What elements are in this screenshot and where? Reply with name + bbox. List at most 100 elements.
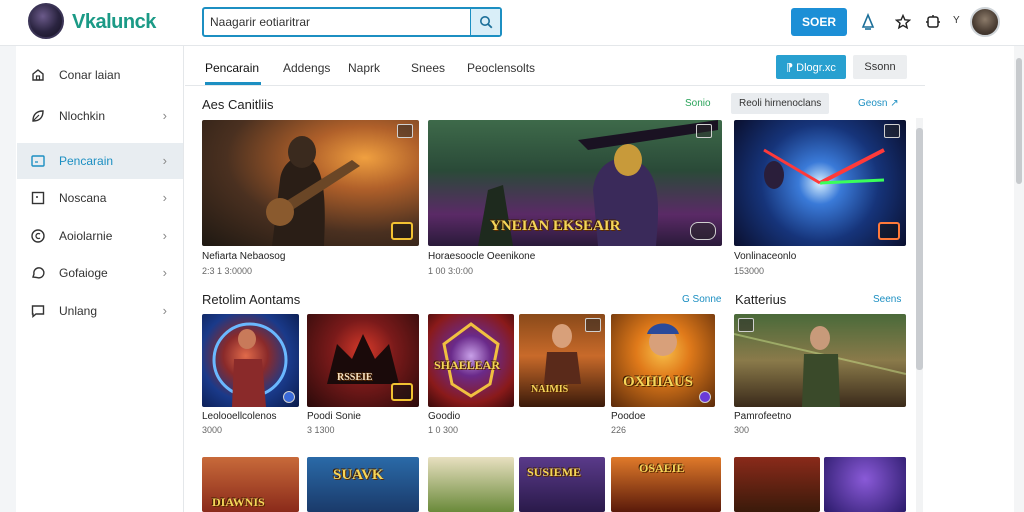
tab-snees[interactable]: Snees [411, 61, 445, 75]
star-icon[interactable] [893, 12, 913, 32]
card-title[interactable]: Vonlinaceonlo [734, 251, 796, 262]
chevron-right-icon: › [162, 190, 167, 205]
game-card-cover[interactable]: OXHIAUS [611, 314, 715, 407]
message-icon [31, 305, 45, 318]
card-meta: 3 1300 [307, 425, 335, 435]
page-scrollbar-thumb[interactable] [1016, 58, 1022, 184]
game-card-cover[interactable] [824, 457, 906, 512]
search-box [202, 7, 502, 37]
chevron-right-icon: › [162, 108, 167, 123]
soldier-artwork [734, 326, 906, 407]
sidebar-item-nlochkin[interactable]: Nlochkin › [17, 98, 183, 134]
game-card-cover[interactable]: YNEIAN EKSEAIR [428, 120, 722, 246]
tab-naprk[interactable]: Naprk [348, 61, 380, 75]
circle-c-icon [31, 229, 45, 243]
app-window: Vkalunck SOER Y Conar laian Nlochkin [0, 0, 1024, 512]
cover-title-text: SUSIEME [527, 465, 582, 479]
card-meta: 1 00 3:0:00 [428, 266, 474, 276]
sidebar: Conar laian Nlochkin › Pencarain › Nosca… [0, 46, 184, 512]
sidebar-item-home[interactable]: Conar laian [17, 57, 183, 93]
search-button[interactable] [470, 9, 500, 35]
info-icon [283, 391, 295, 403]
cover-title-text: NAIMIS [531, 384, 569, 395]
search-input[interactable] [210, 13, 468, 31]
see-all-link[interactable]: G Sonne [682, 294, 721, 305]
sidebar-item-label: Unlang [59, 304, 98, 318]
card-title[interactable]: Poodi Sonie [307, 411, 361, 422]
sidebar-item-pencarain[interactable]: Pencarain › [17, 143, 183, 179]
bookmark-icon[interactable] [397, 124, 413, 138]
card-meta: 226 [611, 425, 627, 435]
game-card-cover[interactable]: SUAVK [307, 457, 419, 512]
active-tab-indicator [205, 82, 261, 85]
game-card-cover[interactable] [734, 120, 906, 246]
game-card-cover[interactable] [734, 314, 906, 407]
card-meta: 3000 [202, 425, 223, 435]
card-title[interactable]: Poodoe [611, 411, 645, 422]
cover-title-text: RSSEIE [337, 372, 373, 383]
card-title[interactable]: Nefiarta Nebaosog [202, 251, 285, 262]
game-card-cover[interactable] [202, 120, 419, 246]
section-title-categories: Katterius [735, 292, 787, 307]
bookmark-icon[interactable] [585, 318, 601, 332]
game-card-cover[interactable] [202, 314, 299, 407]
content-scrollbar-thumb[interactable] [916, 128, 923, 370]
user-avatar[interactable] [970, 7, 1000, 37]
game-card-cover[interactable]: OSAEIE [611, 457, 721, 512]
sidebar-item-gofaioge[interactable]: Gofaioge › [17, 255, 183, 291]
bookmark-icon[interactable] [884, 124, 900, 138]
settings-icon[interactable] [923, 12, 943, 32]
card-title[interactable]: Horaesoocle Oeenikone [428, 251, 535, 262]
game-card-cover[interactable] [734, 457, 820, 512]
primary-action-button[interactable]: ⁋ Dlogr.xc [776, 55, 846, 79]
cover-title-text: OXHIAUS [623, 374, 694, 390]
game-card-cover[interactable]: DIAWNIS [202, 457, 299, 512]
chevron-right-icon: › [162, 303, 167, 318]
main-content: Pencarain Addengs Naprk Snees Peoclensol… [185, 46, 925, 512]
game-card-cover[interactable] [428, 457, 514, 512]
home-icon [32, 69, 44, 81]
play-badge-icon [391, 222, 413, 240]
secondary-action-button[interactable]: Ssonn [853, 55, 907, 79]
sidebar-item-noscana[interactable]: Noscana › [17, 180, 183, 216]
chat-icon [32, 267, 45, 279]
filter-chip-recommendations[interactable]: Reoli hirnenoclans [731, 93, 830, 114]
tab-addengs[interactable]: Addengs [283, 61, 330, 75]
logo-text[interactable]: Vkalunck [72, 11, 156, 34]
game-card-cover[interactable]: RSSEIE [307, 314, 419, 407]
chevron-right-icon: › [162, 265, 167, 280]
see-all-link[interactable]: Geosn ↗ [858, 98, 899, 109]
info-icon [699, 391, 711, 403]
chevron-right-icon: › [162, 228, 167, 243]
tab-pencarain[interactable]: Pencarain [205, 61, 259, 75]
search-icon [479, 16, 492, 29]
bookmark-icon[interactable] [696, 124, 712, 138]
header-action-button[interactable]: SOER [791, 8, 847, 36]
play-badge-icon [878, 222, 900, 240]
filter-chip-sonio[interactable]: Sonio [685, 98, 711, 109]
logo-avatar[interactable] [28, 3, 64, 39]
tab-bar: Pencarain Addengs Naprk Snees Peoclensol… [185, 46, 925, 86]
card-title[interactable]: Leolooellcolenos [202, 411, 277, 422]
user-initial: Y [953, 15, 960, 26]
notification-icon[interactable] [858, 12, 878, 32]
cover-title-text: YNEIAN EKSEAIR [490, 218, 621, 234]
card-title[interactable]: Goodio [428, 411, 460, 422]
tab-peoclensolts[interactable]: Peoclensolts [467, 61, 535, 75]
sidebar-item-aoiolarnie[interactable]: Aoiolarnie › [17, 218, 183, 254]
sidebar-item-label: Gofaioge [59, 266, 108, 280]
see-all-link[interactable]: Seens [873, 294, 901, 305]
card-title[interactable]: Pamrofeetno [734, 411, 791, 422]
play-badge-icon [391, 383, 413, 401]
screen-icon [31, 155, 45, 167]
section-title-recent: Retolim Aontams [202, 292, 301, 307]
game-card-cover[interactable]: SUSIEME [519, 457, 605, 512]
game-card-cover[interactable]: SHAELEAR [428, 314, 514, 407]
cover-title-text: SUAVK [333, 467, 384, 483]
sidebar-item-unlang[interactable]: Unlang › [17, 293, 183, 329]
card-meta: 300 [734, 425, 750, 435]
game-card-cover[interactable]: NAIMIS [519, 314, 605, 407]
leaf-icon [32, 110, 44, 122]
sidebar-item-label: Pencarain [59, 154, 114, 168]
controller-icon [690, 222, 716, 240]
